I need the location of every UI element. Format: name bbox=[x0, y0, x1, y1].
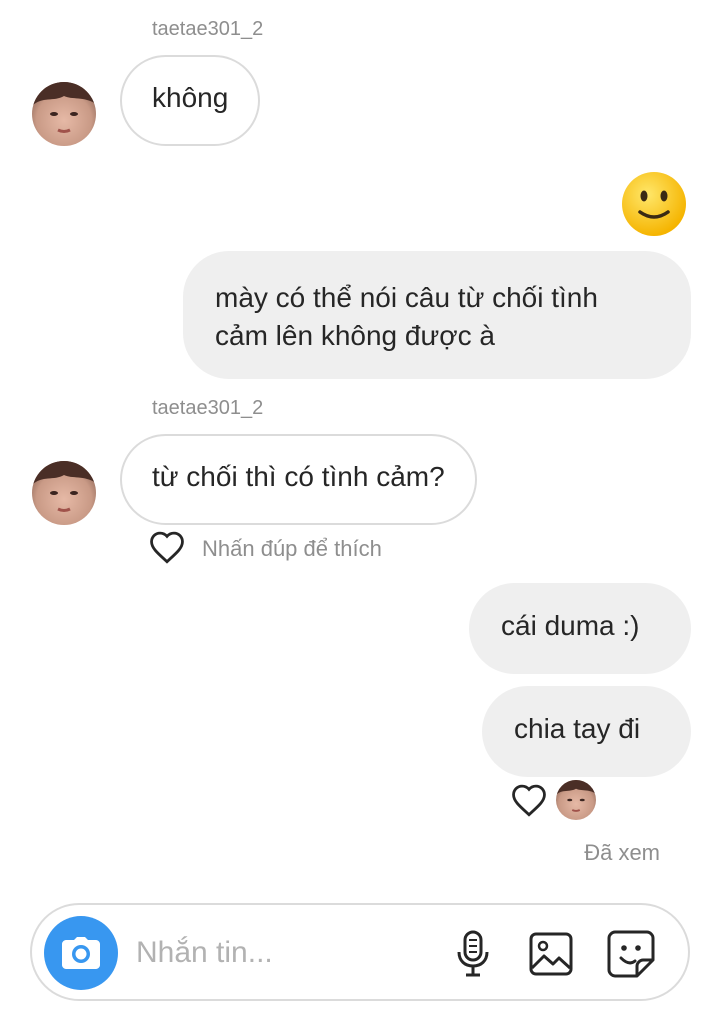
sender-name: taetae301_2 bbox=[152, 397, 264, 419]
camera-button[interactable] bbox=[44, 916, 118, 990]
avatar[interactable] bbox=[32, 461, 96, 525]
avatar-photo bbox=[32, 82, 96, 133]
message-text: cái duma :) bbox=[501, 610, 640, 641]
seen-status: Đã xem bbox=[584, 840, 660, 865]
message-input[interactable] bbox=[136, 933, 426, 973]
message-text: chia tay đi bbox=[514, 713, 641, 744]
message-composer bbox=[30, 903, 690, 1001]
microphone-icon bbox=[457, 930, 489, 977]
message-bubble-incoming[interactable]: từ chối thì có tình cảm? bbox=[120, 434, 477, 525]
sender-name: taetae301_2 bbox=[152, 18, 264, 40]
avatar[interactable] bbox=[32, 82, 96, 146]
camera-icon bbox=[62, 937, 100, 969]
microphone-button[interactable] bbox=[448, 929, 498, 979]
slightly-smiling-face-icon bbox=[622, 172, 686, 236]
message-bubble-incoming[interactable]: không bbox=[120, 55, 261, 146]
heart-icon[interactable] bbox=[148, 530, 186, 564]
avatar-photo bbox=[32, 461, 96, 512]
gallery-button[interactable] bbox=[526, 929, 576, 979]
sticker-icon bbox=[607, 930, 655, 978]
sticker-button[interactable] bbox=[606, 929, 656, 979]
avatar-photo bbox=[556, 780, 596, 812]
message-text-line: mày có thể nói câu từ chối tình bbox=[215, 282, 598, 313]
message-text: không bbox=[152, 82, 229, 113]
heart-icon[interactable] bbox=[510, 783, 548, 817]
reactor-avatar[interactable] bbox=[556, 780, 596, 820]
double-tap-like-hint: Nhấn đúp để thích bbox=[202, 536, 382, 561]
message-bubble-outgoing[interactable]: mày có thể nói câu từ chối tình cảm lên … bbox=[183, 251, 691, 379]
message-text: từ chối thì có tình cảm? bbox=[152, 461, 445, 492]
gallery-icon bbox=[529, 932, 573, 976]
message-text-line: cảm lên không được à bbox=[215, 320, 495, 351]
message-bubble-outgoing[interactable]: chia tay đi bbox=[482, 686, 691, 777]
message-bubble-outgoing[interactable]: cái duma :) bbox=[469, 583, 691, 674]
